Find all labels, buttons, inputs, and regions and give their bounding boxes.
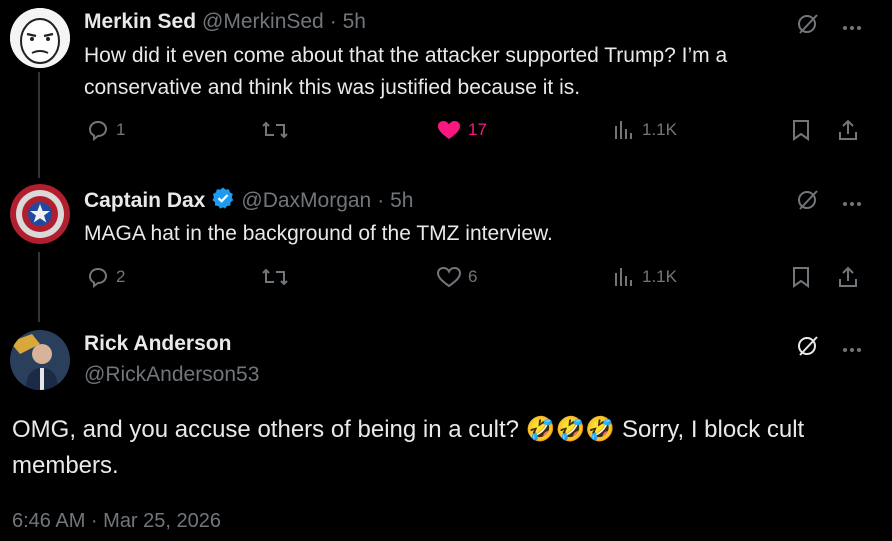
reply-icon [88, 120, 108, 141]
action-bar: 1 17 1.1K [82, 118, 872, 150]
bookmark-button[interactable] [790, 265, 812, 289]
tweet-time[interactable]: · 5h [377, 189, 413, 213]
tweet-timestamp[interactable]: 6:46 AM · Mar 25, 2026 [12, 510, 221, 533]
bookmark-icon [793, 120, 809, 141]
retweet-button[interactable] [260, 118, 290, 142]
reply-count: 2 [116, 267, 126, 286]
share-button[interactable] [836, 118, 860, 142]
thread-line [38, 72, 40, 178]
view-count: 1.1K [642, 267, 677, 286]
reply-count: 1 [116, 120, 126, 139]
reply-icon [88, 267, 108, 288]
view-count: 1.1K [642, 120, 677, 139]
tweet-text: MAGA hat in the background of the TMZ in… [84, 222, 553, 245]
like-button[interactable]: 17 [436, 118, 487, 142]
laughing-emoji-icons: 🤣🤣🤣 [525, 416, 616, 443]
author-handle[interactable]: @DaxMorgan [241, 189, 371, 213]
tweet-time[interactable]: · 5h [330, 10, 366, 34]
verified-badge-icon [211, 186, 235, 215]
heart-icon [438, 121, 460, 139]
tweet-text: OMG, and you accuse others of being in a… [12, 412, 872, 484]
thread-line [38, 252, 40, 322]
reply-button[interactable]: 1 [86, 118, 125, 142]
avatar[interactable] [10, 330, 70, 390]
views-icon [615, 121, 632, 139]
grok-icon[interactable] [796, 334, 820, 363]
views-icon [615, 268, 632, 286]
retweet-button[interactable] [260, 265, 290, 289]
retweet-icon [262, 268, 288, 286]
reply-button[interactable]: 2 [86, 265, 125, 289]
tweet-text-part1: OMG, and you accuse others of being in a… [12, 416, 526, 443]
more-icon[interactable] [842, 340, 862, 358]
author-handle[interactable]: @RickAnderson53 [84, 363, 259, 387]
share-icon [839, 266, 857, 287]
grok-icon[interactable] [796, 188, 820, 217]
author-handle[interactable]: @MerkinSed [202, 10, 324, 34]
tweet-text: How did it even come about that the atta… [84, 44, 728, 99]
avatar[interactable] [10, 184, 70, 244]
heart-outline-icon [436, 266, 462, 288]
retweet-icon [262, 121, 288, 139]
action-bar: 2 6 1.1K [82, 265, 872, 297]
author-name[interactable]: Merkin Sed [84, 10, 196, 34]
bookmark-button[interactable] [790, 118, 812, 142]
views-button[interactable]: 1.1K [612, 265, 677, 289]
share-icon [839, 119, 857, 140]
like-count: 17 [468, 120, 487, 139]
like-count: 6 [468, 267, 478, 286]
views-button[interactable]: 1.1K [612, 118, 677, 142]
grok-icon[interactable] [796, 12, 820, 41]
bookmark-icon [793, 267, 809, 288]
share-button[interactable] [836, 265, 860, 289]
more-icon[interactable] [842, 194, 862, 212]
more-icon[interactable] [842, 18, 862, 36]
like-button[interactable]: 6 [436, 265, 477, 289]
avatar[interactable] [10, 8, 70, 68]
author-name[interactable]: Rick Anderson [84, 332, 231, 356]
author-name[interactable]: Captain Dax [84, 189, 205, 213]
